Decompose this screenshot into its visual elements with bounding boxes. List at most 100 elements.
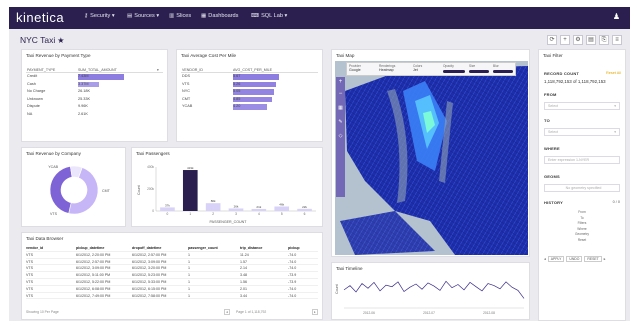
cell: 1 (188, 252, 190, 257)
table-row[interactable]: YCAB 4.20 (181, 103, 318, 111)
settings-button[interactable]: ⚙ (573, 35, 583, 45)
cell: -73.9 (288, 273, 297, 278)
column-header[interactable]: SUM_TOTAL_AMOUNT (78, 67, 157, 72)
table-row[interactable]: DDS 5.67 (181, 73, 318, 81)
next-icon[interactable]: ▸ (604, 257, 606, 261)
cell: 1.57 (240, 259, 247, 264)
reset-button[interactable]: RESET (584, 256, 602, 262)
brand-logo[interactable]: kinetica (16, 10, 64, 25)
measure-icon[interactable]: ◇ (336, 133, 345, 139)
table-row[interactable]: VTS 6/1/2012, 5:22:00 PM 6/1/2012, 5:33:00… (26, 279, 318, 286)
copy-button[interactable]: ⎘ (599, 35, 609, 45)
table-row[interactable]: Unknown 25.33K (26, 96, 163, 104)
bar[interactable] (297, 208, 312, 211)
where-input[interactable]: Enter expression 1-NYER (544, 156, 620, 164)
nav-security[interactable]: ⚷ Security ▾ (84, 13, 115, 19)
history-pager: ◂ APPLY UNDO RESET ▸ (544, 255, 622, 263)
to-select[interactable]: Select ▾ (544, 128, 620, 136)
bar[interactable] (274, 206, 290, 211)
nav-slices[interactable]: ▥ Slices (169, 13, 191, 19)
map-canvas[interactable]: + − ▦ ✎ ◇ Provider Google Renderings Heatm… (335, 61, 528, 255)
draw-icon[interactable]: ✎ (336, 119, 345, 125)
add-slice-button[interactable]: + (560, 35, 570, 45)
table-row[interactable]: NA 2.61K (26, 111, 163, 119)
table-row[interactable]: VTS 6/1/2012, 3:09:00 PM 6/1/2012, 3:20:00… (26, 265, 318, 273)
from-placeholder: Select (548, 104, 558, 108)
bar[interactable] (182, 170, 198, 211)
column-header[interactable]: passenger_count (188, 245, 240, 251)
slices-icon: ▥ (169, 13, 175, 19)
favorite-star-icon[interactable]: ★ (57, 36, 64, 45)
edit-button[interactable]: ▤ (586, 35, 596, 45)
table-row[interactable]: CMT 4.85 (181, 96, 318, 104)
dashboard-header: NYC Taxi ★ ⟳ + ⚙ ▤ ⎘ ≡ (9, 29, 630, 51)
user-menu-icon[interactable]: ♟ (613, 12, 620, 21)
bar[interactable] (228, 208, 244, 211)
column-header[interactable]: AVG_COST_PER_MILE (233, 67, 318, 72)
column-header[interactable]: VENDOR_ID (181, 67, 233, 72)
column-header[interactable]: pickup_datetime (76, 245, 132, 251)
provider-control[interactable]: Provider Google (349, 64, 375, 72)
bar[interactable] (205, 203, 221, 211)
row-label: YCAB (182, 104, 193, 108)
cell: 6/1/2012, 5:11:00 PM (76, 273, 111, 278)
history-item[interactable]: Reset (544, 238, 620, 244)
sort-chevron-icon[interactable]: ▾ (157, 67, 163, 72)
menu-button[interactable]: ≡ (612, 35, 622, 45)
cell: 6/1/2012, 2:57:00 PM (76, 259, 111, 264)
table-row[interactable]: Dispute 9.96K (26, 103, 163, 111)
page-size-select[interactable]: Showing 10 Per Page (26, 310, 59, 314)
undo-button[interactable]: UNDO (566, 256, 583, 262)
renderings-control[interactable]: Renderings Heatmap (379, 64, 409, 72)
nav-sql-lab[interactable]: ⌨ SQL Lab ▾ (251, 13, 287, 19)
next-page-icon[interactable]: ▸ (312, 309, 318, 315)
column-header[interactable]: pickup (288, 245, 318, 251)
y-tick-label: 0 (152, 209, 154, 213)
pie-slice[interactable] (49, 165, 73, 214)
column-header[interactable]: trip_distance (240, 245, 288, 251)
layers-icon[interactable]: ▦ (336, 105, 345, 111)
table-row[interactable]: VTS 5.26 (181, 81, 318, 89)
table-row[interactable]: VTS 6/1/2012, 7:49:00 PM 6/1/2012, 7:58:00… (26, 293, 318, 300)
data-table: vendor_id pickup_datetime dropoff_dateti… (26, 245, 318, 300)
zoom-in-icon[interactable]: + (336, 79, 345, 85)
table-row[interactable]: Cash 3.37M (26, 81, 163, 89)
row-value: 3.37M (78, 81, 89, 86)
table-row[interactable]: VTS 6/1/2012, 6:08:00 PM 6/1/2012, 6:15:00… (26, 286, 318, 293)
zoom-out-icon[interactable]: − (336, 91, 345, 97)
cell: 6/1/2012, 3:20:00 PM (132, 266, 167, 271)
refresh-button[interactable]: ⟳ (547, 35, 557, 45)
from-select[interactable]: Select ▾ (544, 102, 620, 110)
bar[interactable] (251, 208, 267, 211)
colors-control[interactable]: Colors Jet (413, 64, 437, 72)
table-row[interactable]: VTS 6/1/2012, 2:20:00 PM 6/1/2012, 2:57:00… (26, 252, 318, 259)
reset-all-link[interactable]: Reset All (606, 71, 621, 75)
size-slider[interactable]: Size (469, 64, 489, 73)
geoms-field[interactable]: No geometry specified (544, 184, 620, 192)
column-header[interactable]: PAYMENT_TYPE (26, 67, 78, 72)
table-row[interactable]: VTS 6/1/2012, 2:57:00 PM 6/1/2012, 3:09:00… (26, 259, 318, 266)
table-row[interactable]: NYC 5.05 (181, 88, 318, 96)
where-label: WHERE (544, 146, 560, 151)
data-label: 419k (187, 166, 194, 170)
bar[interactable] (160, 207, 175, 211)
column-header[interactable]: dropoff_datetime (132, 245, 188, 251)
geoms-label: GEOMS (544, 174, 560, 179)
apply-button[interactable]: APPLY (547, 256, 565, 262)
opacity-slider[interactable]: Opacity (443, 64, 465, 73)
column-header[interactable]: vendor_id (26, 245, 76, 251)
table-row[interactable]: No Charge 26.18K (26, 88, 163, 96)
prev-icon[interactable]: ◂ (544, 257, 546, 261)
x-tick-label: 4 (258, 212, 260, 216)
nav-dashboards[interactable]: ▦ Dashboards (201, 13, 238, 19)
data-label: 37k (165, 203, 170, 207)
card-title: Taxi Timeline (336, 266, 363, 271)
table-row[interactable]: Credit 7.43M (26, 73, 163, 81)
blur-slider[interactable]: Blur (493, 64, 513, 73)
prev-page-icon[interactable]: ◂ (224, 309, 230, 315)
nav-sources[interactable]: ▤ Sources ▾ (127, 13, 159, 19)
card-title: Taxi Filter (543, 53, 563, 58)
sources-icon: ▤ (127, 13, 133, 19)
table-row[interactable]: VTS 6/1/2012, 5:11:00 PM 6/1/2012, 5:23:00… (26, 272, 318, 279)
series-line[interactable] (343, 280, 525, 299)
